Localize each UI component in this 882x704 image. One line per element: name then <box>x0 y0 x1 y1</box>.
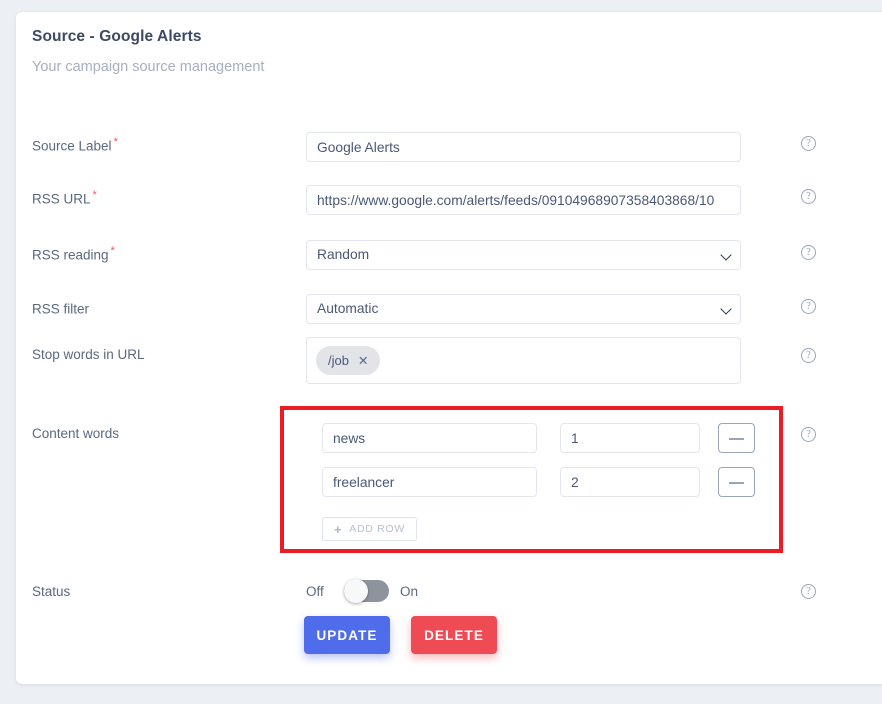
add-row-button[interactable]: + ADD ROW <box>322 517 417 541</box>
add-row-label: ADD ROW <box>349 523 405 535</box>
rss-url-text: RSS URL <box>32 191 91 207</box>
toggle-on-label: On <box>400 584 419 599</box>
content-words-text: Content words <box>32 426 120 441</box>
help-icon-content-words[interactable]: ? <box>801 427 816 442</box>
help-icon-rss-filter[interactable]: ? <box>801 299 816 314</box>
status-label-text: Status <box>32 584 71 599</box>
required-asterisk: * <box>110 245 115 257</box>
remove-row-button-1[interactable] <box>718 423 755 453</box>
source-label-text: Source Label <box>32 138 112 154</box>
delete-button[interactable]: DELETE <box>411 616 497 654</box>
toggle-knob <box>344 579 368 603</box>
minus-icon <box>729 438 744 440</box>
rss-filter-select[interactable]: Automatic <box>306 294 741 324</box>
content-word-input-1[interactable] <box>322 423 537 453</box>
plus-icon: + <box>334 521 343 537</box>
content-word-row <box>284 423 787 453</box>
content-word-row <box>284 467 787 497</box>
content-words-label: Content words <box>32 426 119 441</box>
rss-filter-label: RSS filter <box>32 299 91 317</box>
rss-url-input[interactable] <box>306 185 741 215</box>
status-toggle[interactable] <box>344 579 389 603</box>
source-settings-card: Source - Google Alerts Your campaign sou… <box>16 12 882 684</box>
remove-row-button-2[interactable] <box>718 467 755 497</box>
page-title: Source - Google Alerts <box>32 28 202 45</box>
rss-filter-value: Automatic <box>317 301 379 316</box>
update-button[interactable]: UPDATE <box>304 616 390 654</box>
help-icon-rss-url[interactable]: ? <box>801 189 816 204</box>
minus-icon <box>729 482 744 484</box>
rss-url-label: RSS URL * <box>32 189 97 207</box>
rss-reading-label: RSS reading * <box>32 245 115 263</box>
content-word-input-2[interactable] <box>322 467 537 497</box>
rss-filter-text: RSS filter <box>32 301 90 317</box>
required-asterisk: * <box>92 189 97 201</box>
chevron-down-icon <box>720 249 732 261</box>
rss-reading-text: RSS reading <box>32 247 109 263</box>
page-subtitle: Your campaign source management <box>32 59 265 75</box>
help-icon-status[interactable]: ? <box>801 584 816 599</box>
stop-words-text: Stop words in URL <box>32 347 145 362</box>
stop-word-chip: /job ✕ <box>316 346 381 375</box>
required-asterisk: * <box>113 136 118 148</box>
help-icon-source-label[interactable]: ? <box>801 136 816 151</box>
content-words-highlight-box: + ADD ROW <box>280 406 783 553</box>
stop-word-chip-label: /job <box>328 353 349 368</box>
source-label-input[interactable] <box>306 132 741 162</box>
chevron-down-icon <box>720 303 732 315</box>
help-icon-stop-words[interactable]: ? <box>801 348 816 363</box>
help-icon-rss-reading[interactable]: ? <box>801 245 816 260</box>
content-word-weight-input-2[interactable] <box>560 467 700 497</box>
source-label-label: Source Label * <box>32 136 118 154</box>
stop-words-label: Stop words in URL <box>32 347 145 362</box>
status-label: Status <box>32 584 70 599</box>
toggle-off-label: Off <box>306 584 324 599</box>
rss-reading-value: Random <box>317 247 370 262</box>
content-word-weight-input-1[interactable] <box>560 423 700 453</box>
page-background: Source - Google Alerts Your campaign sou… <box>0 0 882 704</box>
rss-reading-select[interactable]: Random <box>306 240 741 270</box>
stop-words-chip-container[interactable]: /job ✕ <box>306 337 741 384</box>
close-icon[interactable]: ✕ <box>358 353 368 368</box>
